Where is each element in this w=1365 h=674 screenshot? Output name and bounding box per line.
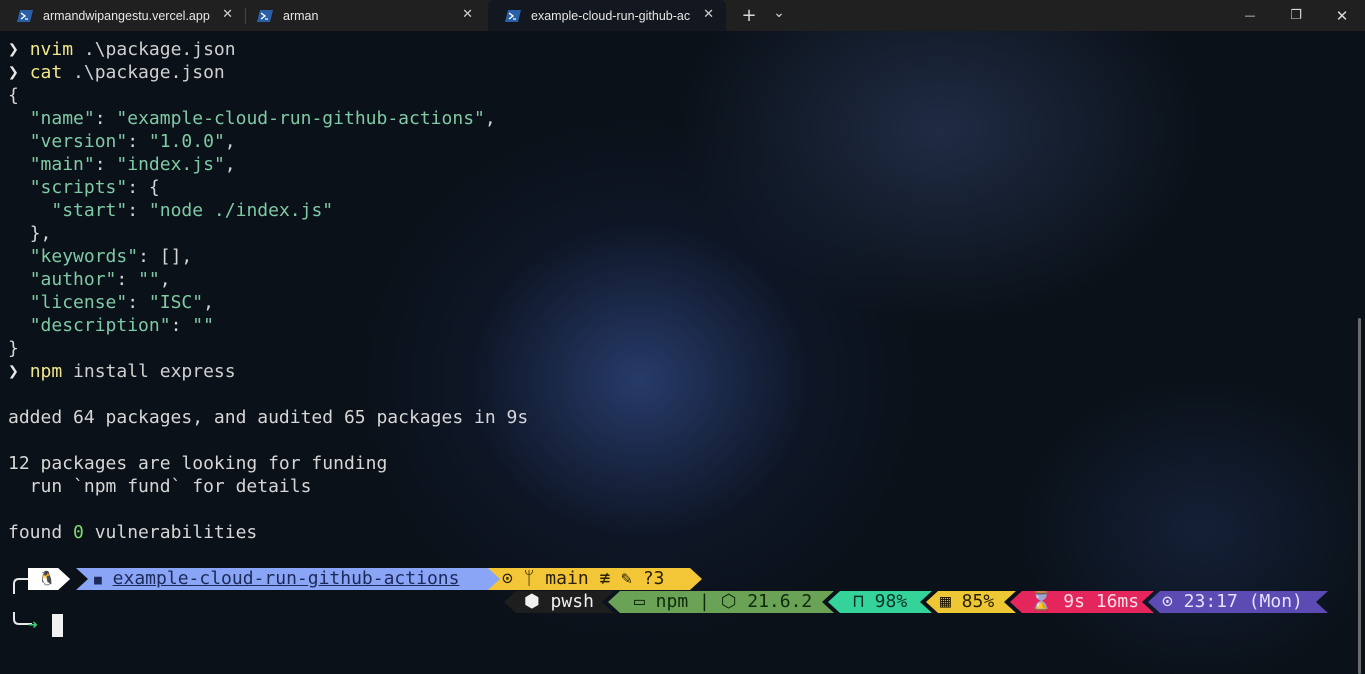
- tab-dropdown-button[interactable]: ⌄: [767, 0, 791, 28]
- chevron-right-icon: ❯: [8, 39, 30, 60]
- clock-segment: ⊙ 23:17 (Mon): [1162, 591, 1303, 612]
- tab-bar: armandwipangestu.vercel.app ✕ arman ✕ ex…: [0, 0, 1365, 31]
- folder-icon: ■: [94, 573, 102, 588]
- tab-1[interactable]: arman ✕: [240, 0, 485, 31]
- json-line: "version": "1.0.0",: [29, 131, 236, 152]
- json-line: }: [8, 338, 19, 359]
- close-window-button[interactable]: ✕: [1322, 0, 1362, 31]
- shell-segment: ⬢ pwsh: [524, 591, 594, 612]
- tab-2[interactable]: example-cloud-run-github-ac ✕: [488, 0, 726, 31]
- npm-segment: ▭ npm | ⬡ 21.6.2: [634, 591, 813, 612]
- output-line: run `npm fund` for details: [8, 476, 312, 497]
- json-line: "author": "",: [29, 269, 171, 290]
- command-line: ❯ cat .\package.json: [8, 62, 225, 83]
- close-icon[interactable]: ✕: [703, 7, 714, 22]
- battery-segment: ⊓ 98%: [853, 591, 908, 612]
- powershell-icon: [257, 9, 273, 22]
- output-line: 12 packages are looking for funding: [8, 453, 388, 474]
- json-line: "scripts": {: [29, 177, 160, 198]
- powershell-icon: [17, 9, 33, 22]
- tab-label: armandwipangestu.vercel.app: [43, 8, 210, 23]
- minimize-button[interactable]: —: [1230, 0, 1270, 31]
- command-line: ❯ nvim .\package.json: [8, 39, 236, 60]
- tab-0[interactable]: armandwipangestu.vercel.app ✕: [0, 0, 245, 31]
- new-tab-button[interactable]: +: [737, 0, 761, 31]
- terminal-cursor[interactable]: [52, 614, 63, 637]
- os-segment: 🐧: [38, 571, 56, 587]
- path-segment: ■ example-cloud-run-github-actions: [94, 568, 460, 589]
- command-line: ❯ npm install express: [8, 361, 236, 382]
- maximize-button[interactable]: ❐: [1276, 0, 1316, 31]
- git-segment: ⊙ ᛘ main ≢ ✎ ?3: [502, 568, 665, 589]
- memory-segment: ▦ 85%: [940, 591, 995, 612]
- output-line: added 64 packages, and audited 65 packag…: [8, 407, 529, 428]
- duration-segment: ⌛ 9s 16ms: [1030, 591, 1140, 612]
- json-line: "description": "": [29, 315, 214, 336]
- chevron-right-icon: ❯: [8, 62, 30, 83]
- prompt-arrow-icon: ➜: [28, 615, 38, 634]
- json-line: "name": "example-cloud-run-github-action…: [29, 108, 496, 129]
- json-line: {: [8, 85, 19, 106]
- scrollbar[interactable]: [1358, 318, 1361, 674]
- output-line: found 0 vulnerabilities: [8, 522, 258, 543]
- json-line: "main": "index.js",: [29, 154, 236, 175]
- json-line: },: [29, 223, 52, 244]
- tab-label: arman: [283, 8, 319, 23]
- json-line: "start": "node ./index.js": [51, 200, 334, 221]
- tab-label: example-cloud-run-github-ac: [531, 8, 691, 23]
- chevron-right-icon: ❯: [8, 361, 30, 382]
- json-line: "license": "ISC",: [29, 292, 214, 313]
- close-icon[interactable]: ✕: [462, 7, 473, 22]
- powershell-icon: [505, 9, 521, 22]
- close-icon[interactable]: ✕: [222, 7, 233, 22]
- terminal-output[interactable]: ❯ nvim .\package.json ❯ cat .\package.js…: [8, 38, 528, 544]
- json-line: "keywords": [],: [29, 246, 193, 267]
